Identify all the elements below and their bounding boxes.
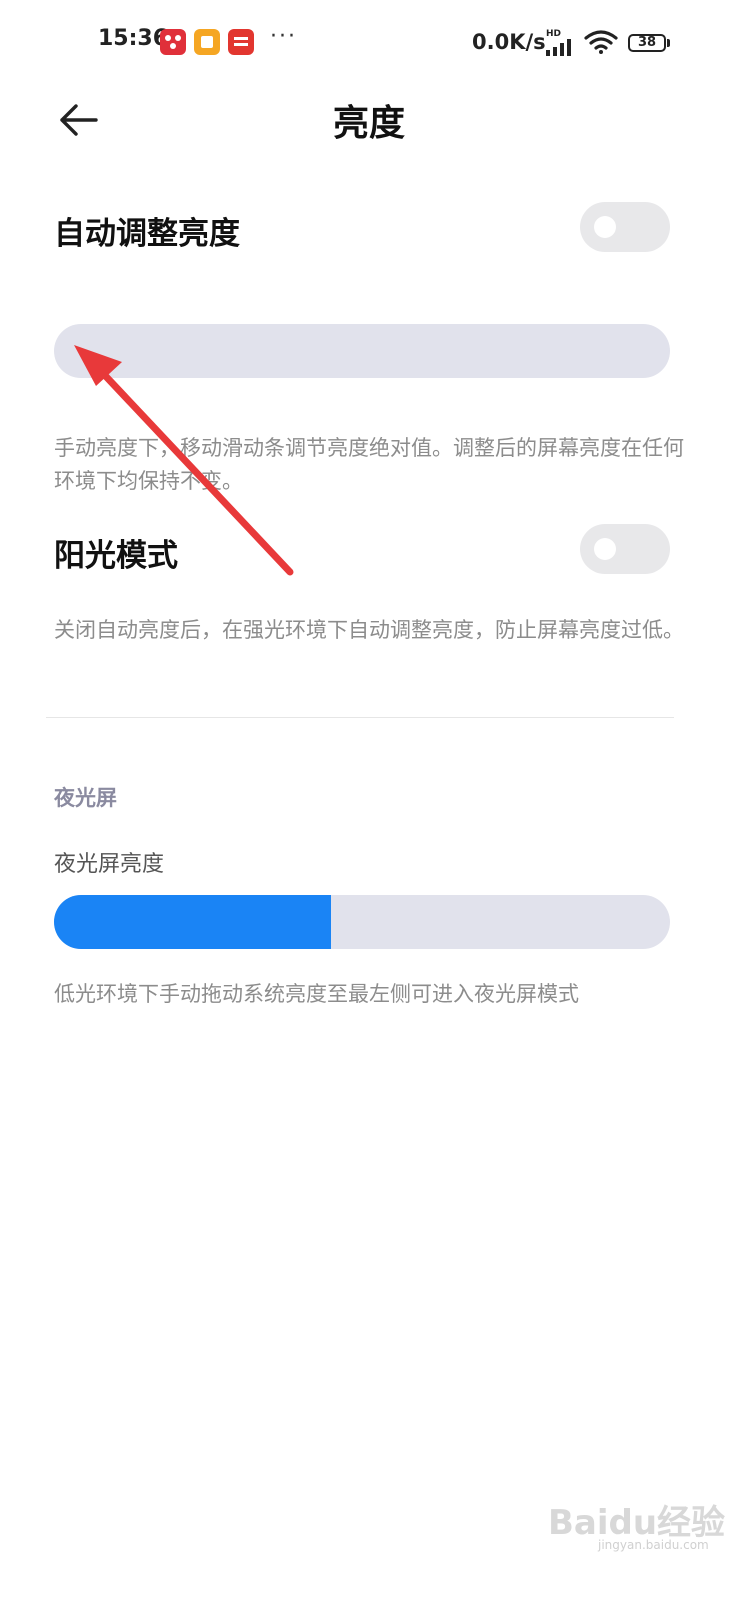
toggle-knob <box>594 538 616 560</box>
night-light-slider-label: 夜光屏亮度 <box>54 852 165 877</box>
toggle-knob <box>594 216 616 238</box>
night-light-slider-fill <box>54 895 332 949</box>
app-red-pattern-icon <box>160 29 186 55</box>
brightness-description: 手动亮度下，移动滑动条调节亮度绝对值。调整后的屏幕亮度在任何环境下均保持不变。 <box>54 436 684 493</box>
night-light-slider[interactable] <box>54 895 670 949</box>
app-youpin-icon <box>228 29 254 55</box>
baidu-watermark-url: jingyan.baidu.com <box>598 1538 709 1552</box>
night-light-section-title: 夜光屏 <box>54 786 117 810</box>
auto-brightness-label: 自动调整亮度 <box>54 216 240 252</box>
battery-tip <box>667 39 670 47</box>
wifi-icon <box>584 30 618 54</box>
brightness-slider[interactable] <box>54 324 670 378</box>
auto-brightness-toggle[interactable] <box>580 202 670 252</box>
network-speed: 0.0K/s <box>472 30 546 54</box>
more-notifications-indicator: ··· <box>270 24 297 49</box>
app-yellow-icon <box>194 29 220 55</box>
divider <box>46 717 674 718</box>
night-light-description: 低光环境下手动拖动系统亮度至最左侧可进入夜光屏模式 <box>54 982 579 1006</box>
baidu-watermark: Baidu经验 <box>548 1503 726 1543</box>
sunlight-mode-toggle[interactable] <box>580 524 670 574</box>
cellular-signal-icon <box>546 39 571 56</box>
sunlight-mode-label: 阳光模式 <box>54 538 178 574</box>
status-time: 15:36 <box>98 26 169 51</box>
battery-icon: 38 <box>628 34 666 52</box>
page-title: 亮度 <box>332 103 405 144</box>
sunlight-mode-description: 关闭自动亮度后，在强光环境下自动调整亮度，防止屏幕亮度过低。 <box>54 618 684 642</box>
